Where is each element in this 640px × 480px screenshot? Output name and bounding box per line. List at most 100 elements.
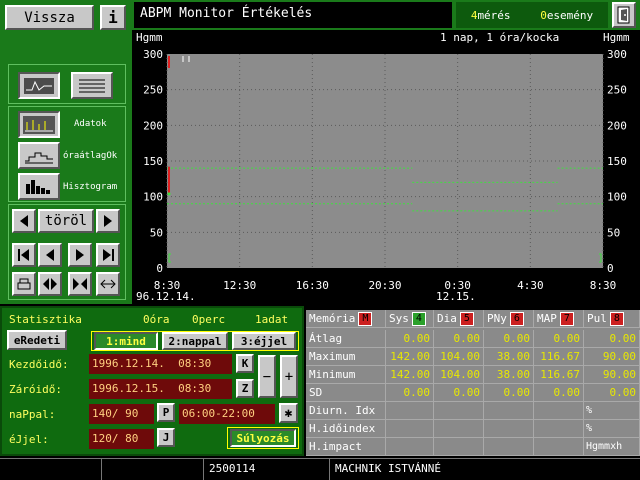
y-tick-right: 300 [607,48,627,61]
bp-chart[interactable]: 300 300 250 250 200 200 150 150 100 100 50 50 0 0 8:30… [132,44,640,304]
column-header: Memória M [306,310,386,328]
step-forward-button[interactable] [68,243,92,267]
next-button[interactable] [96,209,120,233]
row-label: SD [306,384,386,402]
chart-view-button[interactable] [18,72,60,99]
tab-all[interactable]: 1:mind [94,332,158,350]
day-range-field[interactable]: 06:00-22:00 [179,404,275,424]
weighting-button[interactable]: Súlyozás [230,429,296,447]
table-cell [386,438,434,456]
asterisk-button[interactable]: ✱ [279,403,298,423]
stats-count: 1adat [255,313,289,326]
column-header-label: Memória [309,312,356,325]
table-cell: 0.00 [386,330,434,348]
status-cell-2 [102,458,204,480]
events-counter: 0esemény [540,8,594,22]
date-start: 96.12.14. [136,290,196,303]
fit-button[interactable] [96,272,120,296]
status-cell-1 [0,458,102,480]
row-label: H.impact [306,438,386,456]
window-title: ABPM Monitor Értékelés [134,2,452,28]
column-toggle-button[interactable]: 5 [459,311,474,326]
night-limit-field[interactable]: 120/ 80 [89,429,154,449]
column-header-label: MAP [537,312,557,325]
table-cell: 0.00 [584,384,640,402]
table-cell [484,420,534,438]
first-button[interactable] [12,243,36,267]
column-header: PNy 6 [484,310,534,328]
measurement-dia-point [167,192,171,196]
y-tick-right: 200 [607,119,627,132]
step-forward-icon [76,249,84,261]
data-mode-button[interactable] [18,111,60,138]
last-icon [103,249,114,261]
table-cell: 0.00 [386,384,434,402]
y-tick-right: 250 [607,84,627,97]
day-key-button[interactable]: P [157,403,175,422]
y-tick-left: 0 [156,262,163,275]
x-tick: 4:30 [517,279,544,292]
row-label: Maximum [306,348,386,366]
table-cell: % [584,420,640,438]
table-cell: 0.00 [434,384,484,402]
start-key-button[interactable]: K [236,354,254,373]
first-icon [18,249,29,261]
stats-hours: 0óra [143,313,170,326]
histogram-icon [26,179,50,194]
delete-button[interactable]: töröl [38,209,94,233]
column-toggle-button[interactable]: 8 [609,311,624,326]
table-cell: 104.00 [434,348,484,366]
print-button[interactable] [12,272,36,296]
plus-button[interactable]: + [280,355,298,398]
table-cell: 38.00 [484,366,534,384]
start-label: Kezdőidő: [9,358,69,371]
table-cell: 0.00 [484,384,534,402]
shrink-button[interactable] [68,272,92,296]
table-cell: 0.00 [534,384,584,402]
table-cell: 142.00 [386,348,434,366]
column-toggle-button[interactable]: 4 [411,311,426,326]
hourly-mode-button[interactable] [18,142,60,169]
table-cell: 0.00 [434,330,484,348]
histogram-mode-button[interactable] [18,173,60,200]
data-points-icon [23,115,55,134]
list-view-button[interactable] [71,72,113,99]
data-mode-label: Adatok [74,119,107,129]
prev-button[interactable] [12,209,36,233]
left-arrow-icon [20,215,28,227]
y-tick-right: 50 [607,226,620,239]
column-header: Dia 5 [434,310,484,328]
tab-day[interactable]: 2:nappal [162,332,228,350]
original-button[interactable]: eRedeti [7,330,67,350]
day-limit-field[interactable]: 140/ 90 [89,404,154,424]
step-back-icon [46,249,54,261]
y-tick-right: 150 [607,155,627,168]
expand-icon [43,278,57,290]
back-button[interactable]: Vissza [5,5,94,30]
night-key-button[interactable]: J [157,428,175,447]
last-button[interactable] [96,243,120,267]
end-key-button[interactable]: Z [236,379,254,398]
info-button[interactable]: i [100,5,126,30]
day-label: naPpal: [9,408,56,421]
table-cell [534,420,584,438]
table-cell [484,402,534,420]
table-cell [534,402,584,420]
step-back-button[interactable] [38,243,62,267]
column-toggle-button[interactable]: 7 [559,311,574,326]
end-time-field[interactable]: 1996.12.15. 08:30 [89,379,232,399]
start-time-field[interactable]: 1996.12.14. 08:30 [89,354,232,374]
y-tick-right: 100 [607,191,627,204]
stats-minutes: 0perc [192,313,226,326]
exit-door-icon[interactable] [612,2,636,28]
stats-title: Statisztika [9,313,82,326]
expand-button[interactable] [38,272,62,296]
right-arrow-icon [104,215,112,227]
x-tick: 12:30 [223,279,256,292]
tab-night[interactable]: 3:éjjel [232,332,296,350]
table-cell [386,402,434,420]
column-toggle-button[interactable]: M [358,311,373,326]
shrink-icon [73,278,87,290]
column-toggle-button[interactable]: 6 [509,311,524,326]
minus-button[interactable]: − [258,355,276,398]
